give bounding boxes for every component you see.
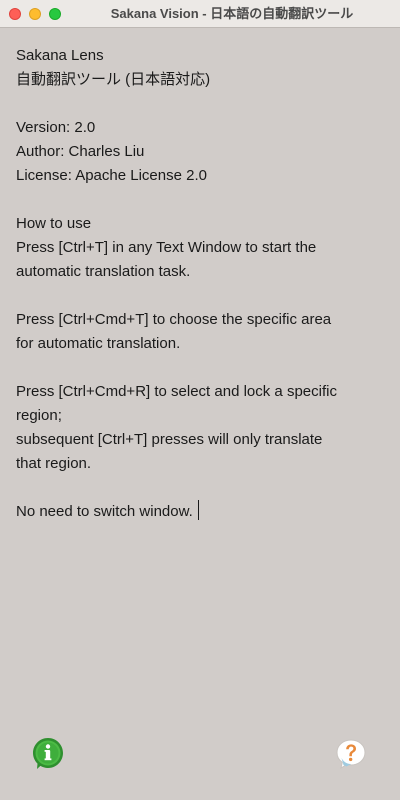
about-text-area[interactable]: Sakana Lens 自動翻訳ツール (日本語対応) Version: 2.0… — [16, 44, 384, 524]
instruction-text: Press [Ctrl+Cmd+R] to select and lock a … — [16, 383, 337, 400]
howto-heading: How to use — [16, 215, 92, 232]
instruction-text: Press [Ctrl+Cmd+T] to choose the specifi… — [16, 311, 332, 328]
help-button[interactable] — [333, 736, 369, 772]
author-text: Author: Charles Liu — [16, 143, 145, 160]
footer-note: No need to switch window. — [16, 503, 193, 520]
instruction-text: that region. — [16, 455, 92, 472]
app-name: Sakana Lens — [16, 47, 104, 64]
title-bar[interactable]: Sakana Vision - 日本語の自動翻訳ツール — [0, 0, 400, 28]
window-title: Sakana Vision - 日本語の自動翻訳ツール — [110, 6, 354, 21]
version-text: Version: 2.0 — [16, 119, 96, 136]
help-icon — [336, 739, 366, 770]
app-window: Sakana Vision - 日本語の自動翻訳ツール Sakana Lens … — [0, 0, 400, 800]
zoom-window-button[interactable] — [49, 8, 61, 20]
instruction-text: for automatic translation. — [16, 335, 181, 352]
instruction-text: Press [Ctrl+T] in any Text Window to sta… — [16, 239, 317, 256]
close-window-button[interactable] — [9, 8, 21, 20]
footer-note-line: No need to switch window. — [16, 500, 384, 524]
info-button[interactable] — [31, 736, 65, 770]
license-text: License: Apache License 2.0 — [16, 167, 207, 184]
app-subtitle: 自動翻訳ツール (日本語対応) — [16, 71, 211, 88]
instruction-text: subsequent [Ctrl+T] presses will only tr… — [16, 431, 323, 448]
minimize-window-button[interactable] — [29, 8, 41, 20]
instruction-text: region; — [16, 407, 62, 424]
text-cursor — [197, 500, 199, 520]
instruction-text: automatic translation task. — [16, 263, 191, 280]
info-icon — [33, 738, 63, 769]
